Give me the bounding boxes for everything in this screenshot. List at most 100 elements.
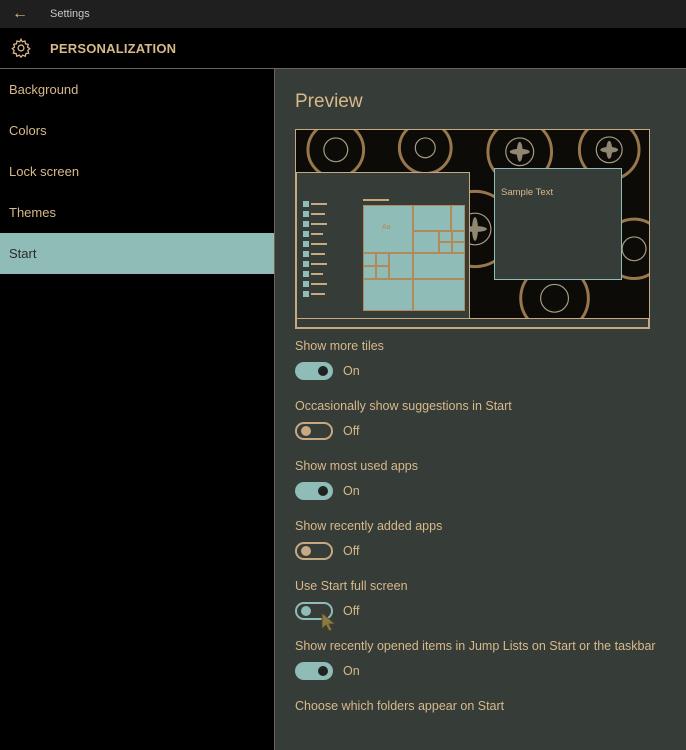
preview-list-line (311, 233, 323, 235)
setting-label: Show recently added apps (295, 519, 443, 533)
jump-lists-toggle[interactable] (295, 662, 333, 680)
sidebar-item-start[interactable]: Start (0, 233, 274, 274)
preview-tile (376, 266, 389, 279)
setting-most-used-apps: Show most used apps On (295, 459, 418, 500)
mouse-cursor-icon (321, 612, 337, 632)
toggle-state: Off (343, 544, 360, 558)
preview-taskbar (296, 318, 649, 328)
preview-list-line (311, 273, 323, 275)
window-title: Settings (50, 8, 90, 20)
preview-list-line (311, 283, 327, 285)
page-header: PERSONALIZATION (0, 28, 686, 69)
toggle-row: On (295, 482, 418, 500)
preview-list-line (311, 293, 325, 295)
toggle-state: Off (343, 604, 360, 618)
toggle-knob (318, 366, 328, 376)
preview-list-square (303, 241, 309, 247)
preview-tile (451, 205, 465, 231)
setting-show-suggestions: Occasionally show suggestions in Start O… (295, 399, 512, 440)
sidebar-item-colors[interactable]: Colors (0, 110, 274, 151)
toggle-state: On (343, 664, 360, 678)
preview-list-square (303, 281, 309, 287)
preview-tile (363, 253, 376, 266)
preview-tile (376, 253, 389, 266)
preview-list-square (303, 271, 309, 277)
preview-tile (363, 266, 376, 279)
preview-list-line (311, 263, 327, 265)
sidebar-item-label: Colors (9, 123, 47, 138)
preview-tile (452, 242, 465, 253)
preview-tile (363, 279, 413, 311)
arrow-left-icon: ← (12, 5, 28, 22)
preview-list-line (311, 253, 325, 255)
toggle-state: On (343, 364, 360, 378)
sidebar-item-label: Lock screen (9, 164, 80, 179)
preview-tile (389, 253, 413, 279)
preview-group-header (363, 199, 389, 201)
start-preview: Aa Sample Text (295, 129, 650, 329)
preview-tile-label: Aa (382, 224, 391, 231)
preview-list-square (303, 251, 309, 257)
preview-list-square (303, 201, 309, 207)
setting-label: Occasionally show suggestions in Start (295, 399, 512, 413)
preview-tile (413, 279, 465, 311)
page-title: PERSONALIZATION (50, 40, 177, 56)
setting-label: Use Start full screen (295, 579, 408, 593)
recently-added-apps-toggle[interactable] (295, 542, 333, 560)
preview-list-square (303, 291, 309, 297)
most-used-apps-toggle[interactable] (295, 482, 333, 500)
choose-folders-link[interactable]: Choose which folders appear on Start (295, 699, 504, 713)
preview-start-menu: Aa (296, 172, 470, 320)
preview-list-square (303, 221, 309, 227)
sidebar-item-lock-screen[interactable]: Lock screen (0, 151, 274, 192)
preview-heading: Preview (295, 91, 363, 112)
preview-list-square (303, 261, 309, 267)
main-panel: Preview Aa Sample Text Show more tiles O… (275, 69, 686, 750)
toggle-state: Off (343, 424, 360, 438)
sidebar: Background Colors Lock screen Themes Sta… (0, 69, 275, 750)
toggle-row: Off (295, 602, 408, 620)
setting-show-more-tiles: Show more tiles On (295, 339, 384, 380)
show-more-tiles-toggle[interactable] (295, 362, 333, 380)
toggle-knob (301, 606, 311, 616)
setting-label: Show more tiles (295, 339, 384, 353)
toggle-state: On (343, 484, 360, 498)
toggle-knob (318, 666, 328, 676)
sidebar-item-label: Background (9, 82, 79, 97)
toggle-knob (318, 486, 328, 496)
toggle-knob (301, 546, 311, 556)
preview-tile (413, 205, 451, 231)
preview-tile (439, 242, 452, 253)
toggle-row: Off (295, 422, 512, 440)
toggle-row: On (295, 362, 384, 380)
toggle-row: Off (295, 542, 442, 560)
preview-tile (413, 231, 439, 253)
show-suggestions-toggle[interactable] (295, 422, 333, 440)
setting-label: Show most used apps (295, 459, 418, 473)
back-button[interactable]: ← (0, 0, 40, 28)
title-bar: ← Settings (0, 0, 686, 28)
sidebar-item-background[interactable]: Background (0, 69, 274, 110)
preview-list-square (303, 211, 309, 217)
toggle-knob (301, 426, 311, 436)
preview-list-line (311, 223, 327, 225)
preview-list-line (311, 213, 325, 215)
gear-icon (11, 37, 31, 59)
setting-jump-lists: Show recently opened items in Jump Lists… (295, 639, 656, 680)
preview-tile: Aa (363, 205, 413, 253)
sidebar-item-label: Start (9, 246, 37, 261)
sidebar-item-label: Themes (9, 205, 56, 220)
setting-recently-added-apps: Show recently added apps Off (295, 519, 442, 560)
toggle-row: On (295, 662, 656, 680)
preview-sample-window: Sample Text (494, 168, 622, 280)
preview-tile (452, 231, 465, 242)
preview-list-square (303, 231, 309, 237)
preview-tile (439, 231, 452, 242)
sidebar-item-themes[interactable]: Themes (0, 192, 274, 233)
preview-sample-text: Sample Text (501, 187, 554, 198)
preview-list-line (311, 243, 327, 245)
setting-full-screen: Use Start full screen Off (295, 579, 408, 620)
preview-list-line (311, 203, 327, 205)
preview-tile (413, 253, 465, 279)
setting-label: Show recently opened items in Jump Lists… (295, 639, 656, 653)
